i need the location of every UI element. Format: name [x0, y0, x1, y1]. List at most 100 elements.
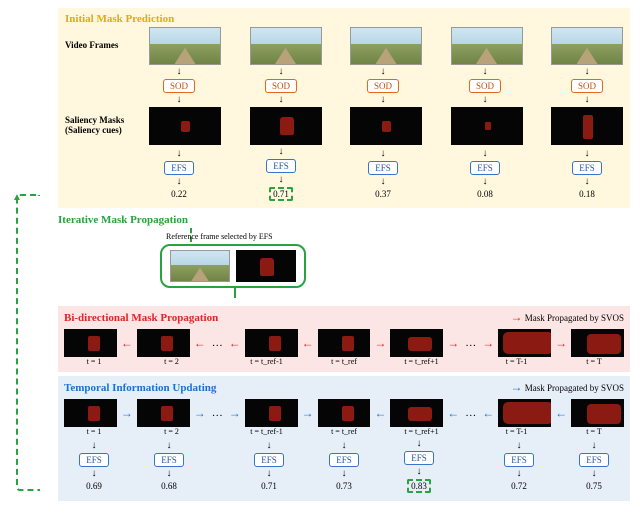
down-arrow-icon: ↓	[342, 441, 347, 451]
reference-frame-thumb	[170, 250, 230, 282]
ellipsis: …	[463, 337, 478, 349]
left-arrow-icon: ←	[447, 406, 459, 421]
prop-mask	[64, 329, 117, 357]
efs-chip: EFS	[579, 453, 609, 467]
efs-chip: EFS	[572, 161, 602, 175]
down-arrow-icon: ↓	[267, 441, 272, 451]
video-frame-thumb	[451, 27, 523, 65]
legend-blue: → Mask Propagated by SVOS	[503, 380, 625, 395]
down-arrow-icon: ↓	[92, 469, 97, 479]
prop-mask	[498, 329, 551, 357]
prop-mask	[245, 329, 298, 357]
time-label: t = t_ref+1	[392, 427, 452, 436]
sod-chip: SOD	[163, 79, 195, 93]
title-bidir: Bi-directional Mask Propagation	[64, 312, 218, 324]
efs-score: 0.71	[261, 481, 277, 491]
down-arrow-icon: ↓	[585, 95, 590, 105]
down-arrow-icon: ↓	[279, 95, 284, 105]
down-arrow-icon: ↓	[585, 149, 590, 159]
efs-chip: EFS	[254, 453, 284, 467]
down-arrow-icon: ↓	[483, 177, 488, 187]
time-label: t = T-1	[487, 357, 547, 366]
legend-red: → Mask Propagated by SVOS	[503, 310, 625, 325]
time-label: t = T	[564, 357, 624, 366]
down-arrow-icon: ↓	[381, 95, 386, 105]
sod-chip: SOD	[265, 79, 297, 93]
down-arrow-icon: ↓	[177, 95, 182, 105]
upd-mask	[390, 399, 443, 427]
right-arrow-icon: →	[511, 310, 523, 324]
down-arrow-icon: ↓	[279, 147, 284, 157]
section-initial: Initial Mask Prediction Video Frames ↓SO…	[58, 8, 630, 208]
right-arrow-icon: →	[482, 336, 494, 351]
time-label: t = 2	[142, 427, 202, 436]
efs-score: 0.18	[579, 189, 595, 199]
time-label: t = t_ref	[314, 427, 374, 436]
down-arrow-icon: ↓	[483, 67, 488, 77]
iteration-loop-arrow	[16, 194, 40, 491]
down-arrow-icon: ↓	[267, 469, 272, 479]
right-arrow-icon: →	[194, 406, 206, 421]
sod-chip: SOD	[469, 79, 501, 93]
down-arrow-icon: ↓	[177, 177, 182, 187]
time-label: t = T-1	[487, 427, 547, 436]
right-arrow-icon: →	[121, 406, 133, 421]
down-arrow-icon: ↓	[417, 439, 422, 449]
left-arrow-icon: ←	[555, 406, 567, 421]
ellipsis: …	[210, 407, 225, 419]
down-arrow-icon: ↓	[167, 441, 172, 451]
left-arrow-icon: ←	[121, 336, 133, 351]
efs-score-selected: 0.71	[269, 187, 293, 201]
time-label: t = t_ref+1	[392, 357, 452, 366]
left-arrow-icon: ←	[482, 406, 494, 421]
right-arrow-icon: →	[374, 336, 386, 351]
down-arrow-icon: ↓	[417, 467, 422, 477]
down-arrow-icon: ↓	[585, 177, 590, 187]
prop-mask	[390, 329, 443, 357]
efs-score: 0.68	[161, 481, 177, 491]
left-arrow-icon: ←	[302, 336, 314, 351]
saliency-mask	[350, 107, 422, 145]
down-arrow-icon: ↓	[167, 469, 172, 479]
prop-mask	[571, 329, 624, 357]
upd-mask	[571, 399, 624, 427]
time-label: t = t_ref-1	[237, 427, 297, 436]
efs-chip: EFS	[266, 159, 296, 173]
time-label: t = t_ref	[314, 357, 374, 366]
down-arrow-icon: ↓	[592, 469, 597, 479]
efs-score-selected: 0.83	[407, 479, 431, 493]
down-arrow-icon: ↓	[381, 149, 386, 159]
efs-score: 0.37	[375, 189, 391, 199]
section-temporal: Temporal Information Updating → Mask Pro…	[58, 376, 630, 501]
efs-chip: EFS	[79, 453, 109, 467]
efs-chip: EFS	[470, 161, 500, 175]
left-arrow-icon: ←	[374, 406, 386, 421]
time-label: t = 1	[64, 357, 124, 366]
efs-score: 0.75	[586, 481, 602, 491]
upd-mask	[498, 399, 551, 427]
title-iterative: Iterative Mask Propagation	[58, 214, 188, 226]
down-arrow-icon: ↓	[517, 441, 522, 451]
reference-frame-box: Reference frame selected by EFS	[160, 244, 306, 288]
down-arrow-icon: ↓	[177, 67, 182, 77]
right-arrow-icon: →	[555, 336, 567, 351]
efs-chip: EFS	[504, 453, 534, 467]
prop-mask-ref	[318, 329, 371, 357]
saliency-mask	[451, 107, 523, 145]
efs-chip: EFS	[368, 161, 398, 175]
efs-score: 0.22	[171, 189, 187, 199]
efs-chip: EFS	[329, 453, 359, 467]
upd-mask	[318, 399, 371, 427]
sod-chip: SOD	[367, 79, 399, 93]
down-arrow-icon: ↓	[483, 149, 488, 159]
efs-chip: EFS	[404, 451, 434, 465]
time-label: t = 2	[142, 357, 202, 366]
down-arrow-icon: ↓	[483, 95, 488, 105]
down-arrow-icon: ↓	[342, 469, 347, 479]
efs-score: 0.69	[86, 481, 102, 491]
sod-chip: SOD	[571, 79, 603, 93]
label-saliency-masks: Saliency Masks (Saliency cues)	[65, 116, 143, 136]
down-arrow-icon: ↓	[381, 177, 386, 187]
down-arrow-icon: ↓	[592, 441, 597, 451]
left-arrow-icon: ←	[229, 336, 241, 351]
